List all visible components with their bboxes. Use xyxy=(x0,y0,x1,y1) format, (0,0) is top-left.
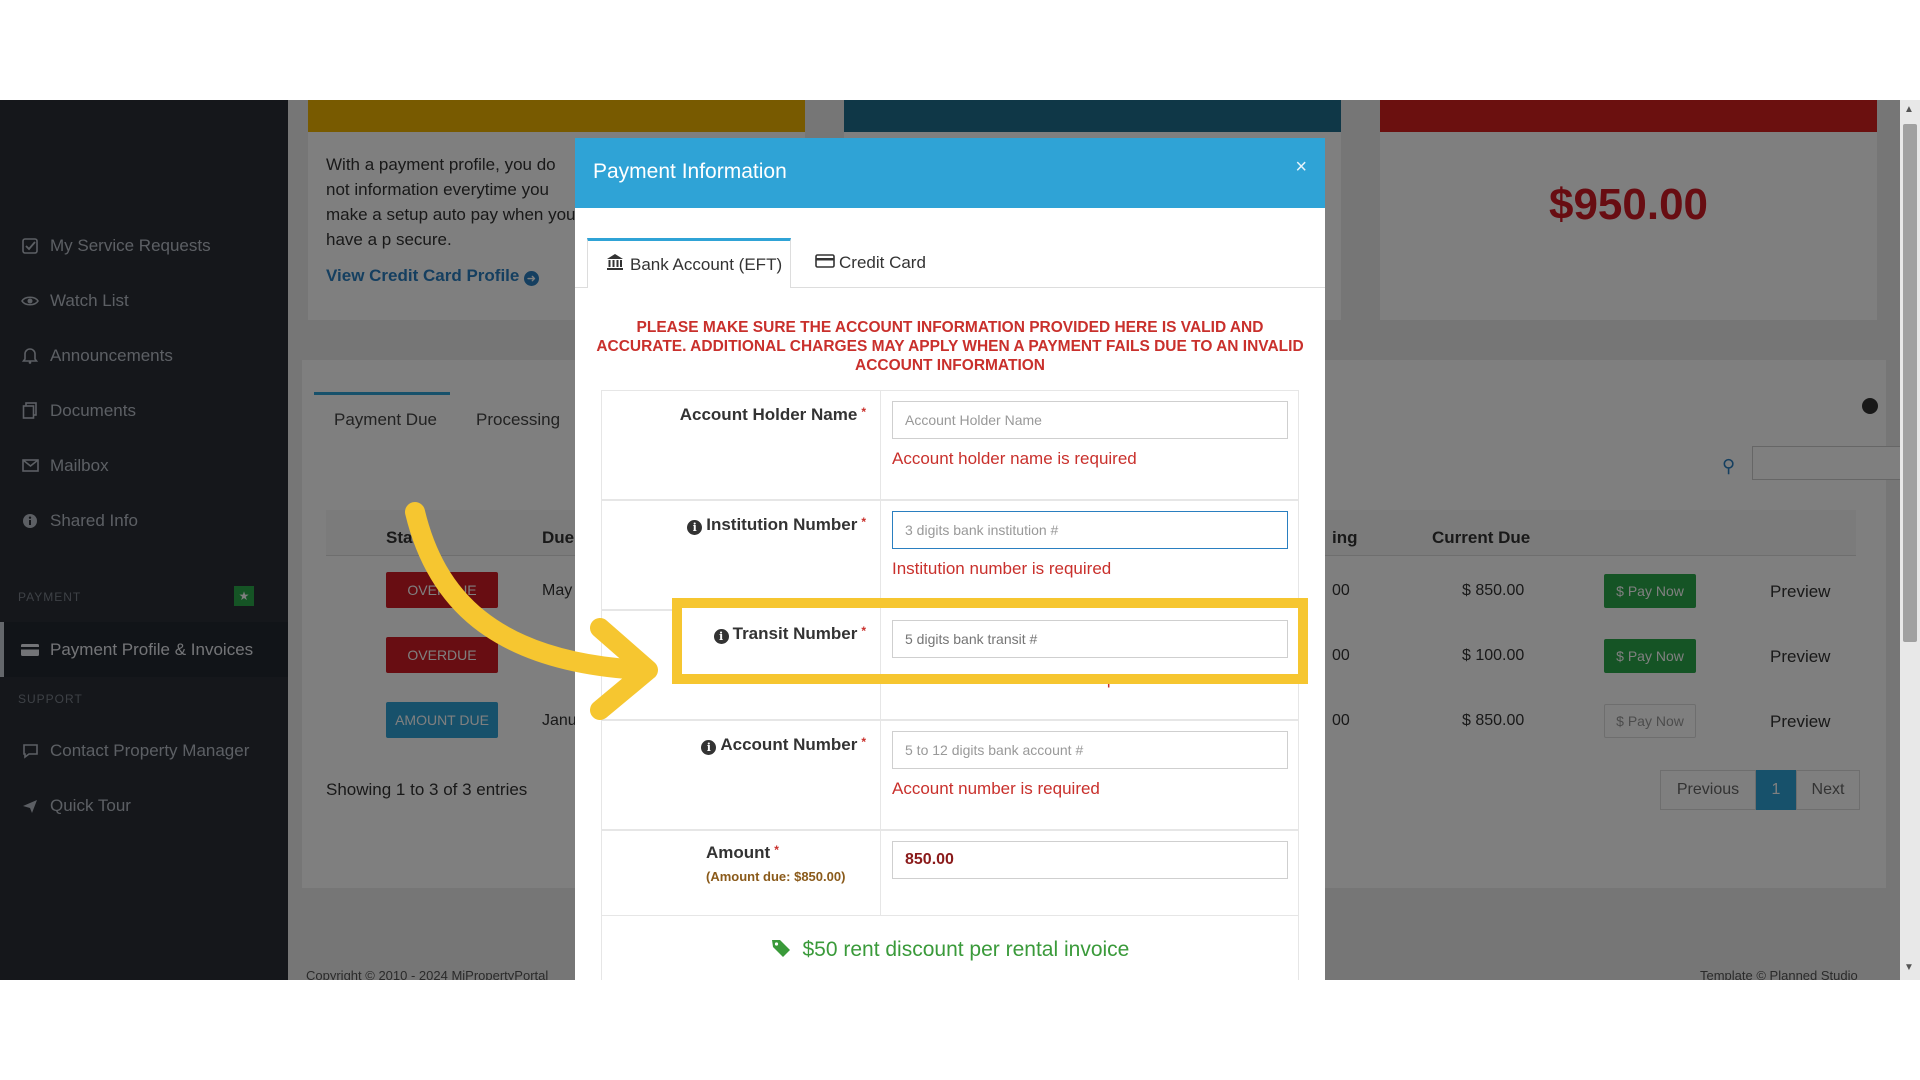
label-text: Amount xyxy=(706,843,771,862)
discount-text: $50 rent discount per rental invoice xyxy=(802,938,1130,961)
row-divider xyxy=(880,831,881,915)
field-row-account-number: iAccount Number* Account number is requi… xyxy=(601,720,1299,830)
info-icon[interactable]: i xyxy=(687,520,703,535)
tutorial-arrow-icon xyxy=(405,502,658,720)
field-row-account-holder: Account Holder Name * Account holder name… xyxy=(601,390,1299,500)
required-mark: * xyxy=(861,735,866,749)
page-scrollbar[interactable]: ▲ ▼ xyxy=(1900,100,1920,980)
modal-header: Payment Information × xyxy=(575,138,1325,208)
field-error: Account holder name is required xyxy=(892,449,1137,468)
scrollbar-thumb[interactable] xyxy=(1903,124,1917,642)
tab-label: Credit Card xyxy=(839,253,926,272)
info-icon[interactable]: i xyxy=(701,740,717,755)
institution-number-input[interactable] xyxy=(892,511,1288,549)
amount-due-note: (Amount due: $850.00) xyxy=(706,869,846,884)
required-mark: * xyxy=(861,405,866,419)
amount-input[interactable] xyxy=(892,841,1288,879)
tag-icon xyxy=(771,938,791,961)
credit-card-icon xyxy=(815,253,835,273)
modal-title: Payment Information xyxy=(593,160,787,183)
tab-bank-account[interactable]: Bank Account (EFT) xyxy=(587,238,791,288)
required-mark: * xyxy=(861,515,866,529)
bank-icon xyxy=(606,253,624,276)
field-row-institution: iInstitution Number* Institution number … xyxy=(601,500,1299,610)
app-viewport: My Service Requests Watch List Announcem… xyxy=(0,100,1920,980)
tab-label: Bank Account (EFT) xyxy=(630,254,783,274)
info-icon[interactable]: i xyxy=(713,629,729,644)
row-divider xyxy=(880,391,881,499)
field-row-amount: Amount * (Amount due: $850.00) xyxy=(601,830,1299,916)
scroll-up-icon[interactable]: ▲ xyxy=(1904,104,1914,115)
row-divider xyxy=(880,501,881,609)
payment-information-modal: Payment Information × Bank Account (EFT)… xyxy=(575,138,1325,980)
transit-highlight-box: i Transit Number * xyxy=(672,598,1308,684)
highlight-content: i Transit Number * xyxy=(682,608,1298,674)
close-icon[interactable]: × xyxy=(1295,156,1307,179)
label-text: Account Holder Name xyxy=(679,405,858,424)
required-mark: * xyxy=(774,843,779,857)
field-label: iTransit Number* xyxy=(682,624,880,644)
account-holder-input[interactable] xyxy=(892,401,1288,439)
transit-number-input-focused[interactable] xyxy=(892,620,1288,658)
row-divider xyxy=(880,608,881,674)
account-number-input[interactable] xyxy=(892,731,1288,769)
field-error: Institution number is required xyxy=(892,559,1112,578)
row-divider xyxy=(880,721,881,829)
tab-credit-card[interactable]: Credit Card xyxy=(815,238,926,288)
field-label: Amount * xyxy=(602,843,880,863)
scroll-down-icon[interactable]: ▼ xyxy=(1904,962,1914,973)
label-text: Institution Number xyxy=(706,515,858,534)
field-error: Account number is required xyxy=(892,779,1100,798)
rent-discount-banner: $50 rent discount per rental invoice xyxy=(575,938,1325,962)
required-mark: * xyxy=(861,624,866,638)
label-text: Transit Number xyxy=(732,624,858,643)
label-text: Account Number xyxy=(720,735,858,754)
account-warning: PLEASE MAKE SURE THE ACCOUNT INFORMATION… xyxy=(596,319,1304,374)
field-label: Account Holder Name * xyxy=(602,405,880,425)
